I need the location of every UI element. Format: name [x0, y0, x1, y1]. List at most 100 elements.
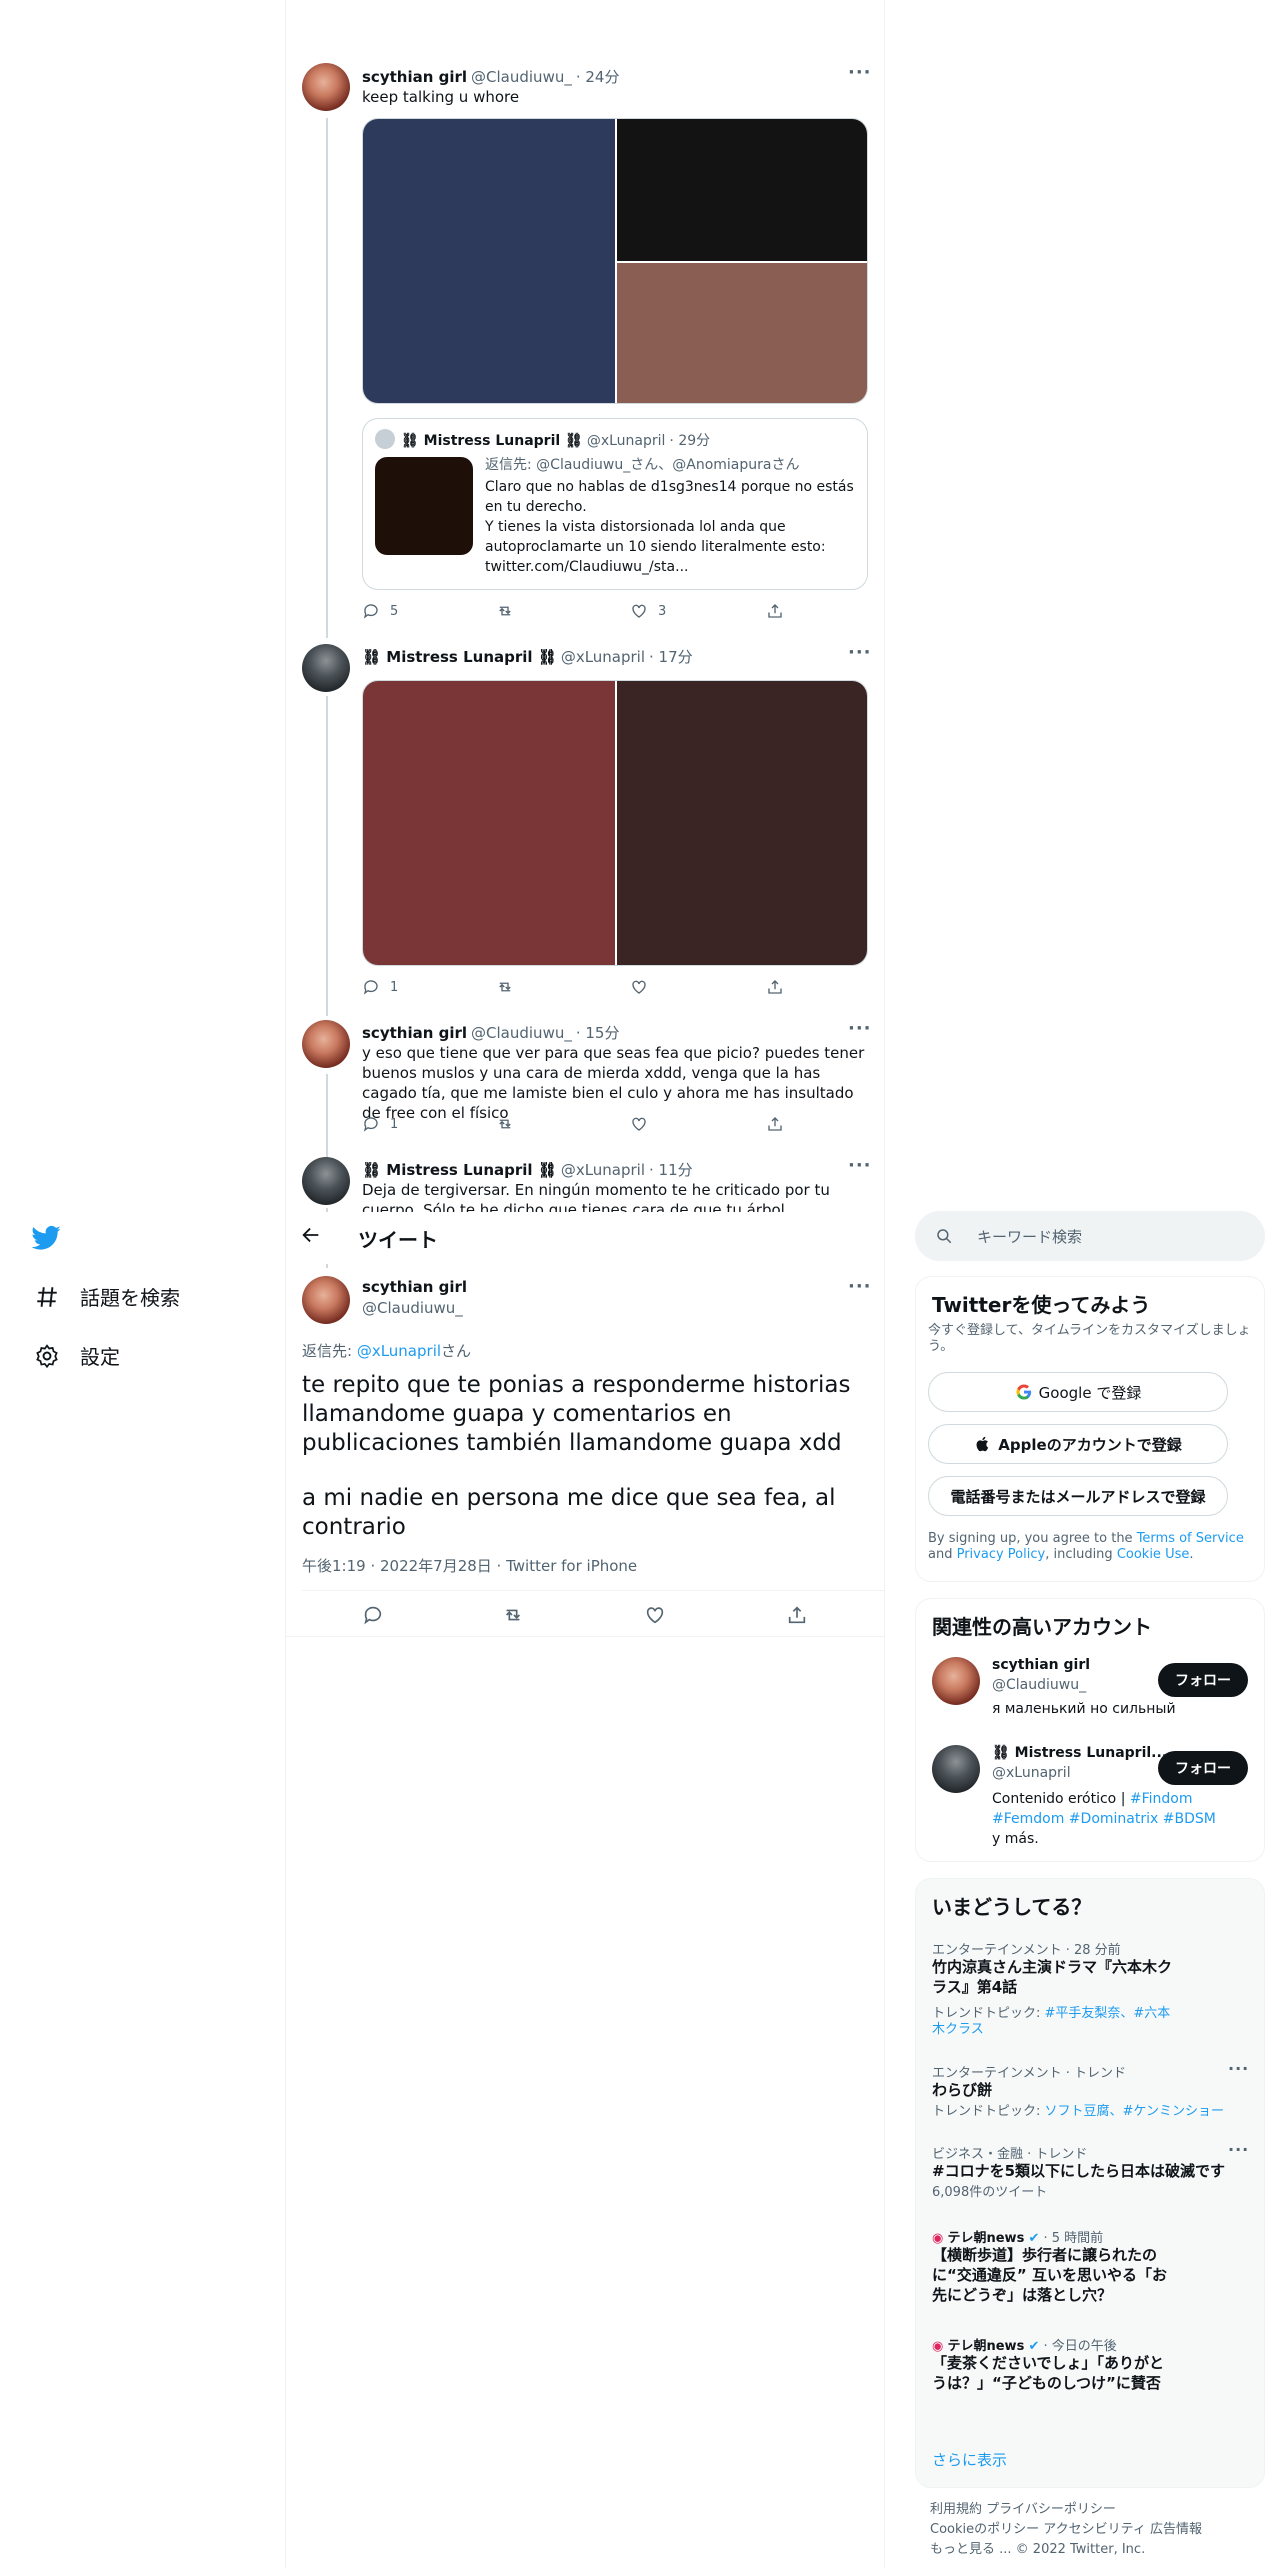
footer-line[interactable]: Cookieのポリシー アクセシビリティ 広告情報: [930, 2520, 1202, 2540]
share-button[interactable]: [786, 1604, 818, 1626]
tweet-4[interactable]: ⛓ Mistress Lunapril ⛓ @xLunapril · 11分 ···…: [0, 0, 884, 1212]
reply-icon: [364, 1606, 382, 1625]
signup-title: Twitterを使ってみよう: [932, 1293, 1151, 1317]
avatar[interactable]: [932, 1657, 980, 1705]
avatar[interactable]: [302, 1276, 350, 1324]
share-icon: [788, 1606, 806, 1624]
show-more-link[interactable]: さらに表示: [932, 2449, 1007, 2470]
footer-links[interactable]: 利用規約 プライバシーポリシー Cookieのポリシー アクセシビリティ 広告情…: [930, 2500, 1202, 2560]
retweet-icon: [505, 1609, 521, 1621]
main-header: ツイート: [286, 1212, 884, 1264]
news-source: テレ朝news: [947, 2231, 1025, 2246]
more-icon[interactable]: ···: [1228, 2140, 1249, 2159]
apple-icon: [976, 1436, 989, 1452]
phone-email-signup-button[interactable]: 電話番号またはメールアドレスで登録: [928, 1476, 1228, 1516]
follow-button[interactable]: フォロー: [1158, 1663, 1248, 1697]
trends-title: いまどうしてる？: [932, 1895, 1092, 1919]
trend-tweet-count: 6,098件のツイート: [932, 2185, 1048, 2200]
more-icon[interactable]: ···: [1228, 2059, 1249, 2078]
terms-of-service-link[interactable]: Terms of Service: [1137, 1531, 1244, 1546]
sidebar-item-settings[interactable]: 設定: [34, 1341, 120, 1370]
verified-badge-icon: ✔: [1028, 2231, 1040, 2246]
avatar[interactable]: [302, 1157, 350, 1205]
hashtag-icon: [37, 1286, 57, 1307]
retweet-button[interactable]: [502, 1604, 534, 1626]
follow-button[interactable]: フォロー: [1158, 1751, 1248, 1785]
tweet-time[interactable]: · 11分: [649, 1161, 693, 1179]
page-title: ツイート: [358, 1228, 438, 1252]
bio-text: Contenido erótico |: [992, 1791, 1130, 1807]
news-source-logo-icon: ◉: [932, 2339, 944, 2354]
account-name[interactable]: ⛓ Mistress Lunapril...: [992, 1745, 1167, 1761]
privacy-policy-link[interactable]: Privacy Policy: [957, 1547, 1046, 1562]
tweet-text: Deja de tergiversar. En ningún momento t…: [362, 1181, 830, 1212]
google-signup-button[interactable]: Google で登録: [928, 1372, 1228, 1412]
account-handle[interactable]: @Claudiuwu_: [992, 1677, 1086, 1693]
twitter-bird-icon: [31, 1225, 61, 1250]
relevant-title: 関連性の高いアカウント: [932, 1615, 1152, 1639]
trend-title: #コロナを5類以下にしたら日本は破滅です: [932, 2162, 1226, 2180]
google-signup-label: Google で登録: [1038, 1383, 1142, 1402]
signup-card: Twitterを使ってみよう 今すぐ登録して、タイムラインをカスタマイズしましょ…: [915, 1276, 1265, 1582]
trend-category: エンターテインメント · 28 分前: [932, 1943, 1121, 1958]
divider: [302, 1590, 884, 1591]
trend-subtitle: トレンドトピック: #平手友梨奈、#六本木クラス: [932, 2006, 1182, 2038]
twitter-logo[interactable]: [30, 1222, 62, 1258]
main-column-right-border: [884, 0, 885, 2568]
sidebar-item-explore[interactable]: 話題を検索: [34, 1282, 180, 1311]
trend-category: エンターテインメント · トレンド: [932, 2066, 1127, 2081]
news-source-line: ◉ テレ朝news ✔ · 今日の午後: [932, 2335, 1117, 2354]
reply-to-handle[interactable]: @xLunapril: [357, 1342, 441, 1360]
trend-sub-links[interactable]: ソフト豆腐、#ケンミンショー: [1045, 2104, 1225, 2119]
author-name[interactable]: ⛓ Mistress Lunapril ⛓: [362, 1161, 557, 1179]
terms-text: and: [928, 1547, 957, 1562]
account-bio: я маленький но сильный: [992, 1701, 1176, 1717]
verified-badge-icon: ✔: [1028, 2339, 1040, 2354]
signup-subtitle: 今すぐ登録して、タイムラインをカスタマイズしましょう。: [928, 1323, 1251, 1354]
news-title: 「麦茶くださいでしょ」「ありがとうは？」“子どものしつけ”に賛否: [932, 2354, 1165, 2392]
trend-title: 竹内涼真さん主演ドラマ『六本木クラス』第4話: [932, 1958, 1173, 1996]
author-handle[interactable]: @xLunapril: [561, 1161, 645, 1179]
footer-line[interactable]: もっと見る ... © 2022 Twitter, Inc.: [930, 2540, 1202, 2560]
signup-terms: By signing up, you agree to the Terms of…: [928, 1531, 1254, 1563]
sidebar-item-label: 設定: [80, 1345, 120, 1369]
footer-line[interactable]: 利用規約 プライバシーポリシー: [930, 2500, 1202, 2520]
trend-sub-text: トレンドトピック:: [932, 2104, 1045, 2119]
avatar[interactable]: [932, 1745, 980, 1793]
relevant-accounts-card: 関連性の高いアカウント scythian girl @Claudiuwu_ フォ…: [915, 1598, 1265, 1862]
search-input[interactable]: キーワード検索: [915, 1211, 1265, 1261]
account-name[interactable]: scythian girl: [992, 1657, 1090, 1673]
like-button[interactable]: [644, 1604, 676, 1626]
google-icon: [1016, 1384, 1031, 1400]
terms-text: By signing up, you agree to the: [928, 1531, 1137, 1546]
news-time: · 5 時間前: [1039, 2231, 1104, 2246]
reply-button[interactable]: [362, 1604, 394, 1626]
cookie-use-link[interactable]: Cookie Use: [1117, 1547, 1190, 1562]
news-source-line: ◉ テレ朝news ✔ · 5 時間前: [932, 2227, 1103, 2246]
apple-signup-button[interactable]: Appleのアカウントで登録: [928, 1424, 1228, 1464]
tweet-meta[interactable]: 午後1:19 · 2022年7月28日 · Twitter for iPhone: [302, 1555, 637, 1576]
author-name[interactable]: scythian girl: [362, 1278, 467, 1296]
main-tweet-actions: [362, 1604, 868, 1626]
reply-to: 返信先: @xLunaprilさん: [302, 1340, 471, 1361]
terms-text: .: [1189, 1547, 1194, 1562]
tweet-header: ⛓ Mistress Lunapril ⛓ @xLunapril · 11分: [362, 1159, 697, 1180]
back-button[interactable]: [300, 1224, 322, 1250]
trends-card: いまどうしてる？ エンターテインメント · 28 分前 竹内涼真さん主演ドラマ『…: [915, 1878, 1265, 2488]
more-icon[interactable]: ···: [848, 1155, 872, 1176]
heart-icon: [646, 1607, 664, 1624]
sidebar-item-label: 話題を検索: [80, 1286, 180, 1310]
author-handle[interactable]: @Claudiuwu_: [362, 1299, 463, 1317]
bio-text: y más.: [992, 1831, 1039, 1847]
news-source-logo-icon: ◉: [932, 2231, 944, 2246]
trend-sub-text: トレンドトピック:: [932, 2006, 1045, 2021]
trend-category: ビジネス・金融 · トレンド: [932, 2147, 1088, 2162]
news-title: 【横断歩道】歩行者に譲られたのに“交通違反” 互いを思いやる「お先にどうぞ」は落…: [932, 2246, 1167, 2304]
phone-signup-label: 電話番号またはメールアドレスで登録: [950, 1487, 1206, 1506]
tweet-text: a mi nadie en persona me dice que sea fe…: [302, 1485, 836, 1540]
apple-signup-label: Appleのアカウントで登録: [998, 1435, 1182, 1454]
terms-text: , including: [1045, 1547, 1117, 1562]
account-handle[interactable]: @xLunapril: [992, 1765, 1071, 1781]
more-icon[interactable]: ···: [848, 1276, 872, 1297]
search-icon: [937, 1229, 952, 1244]
